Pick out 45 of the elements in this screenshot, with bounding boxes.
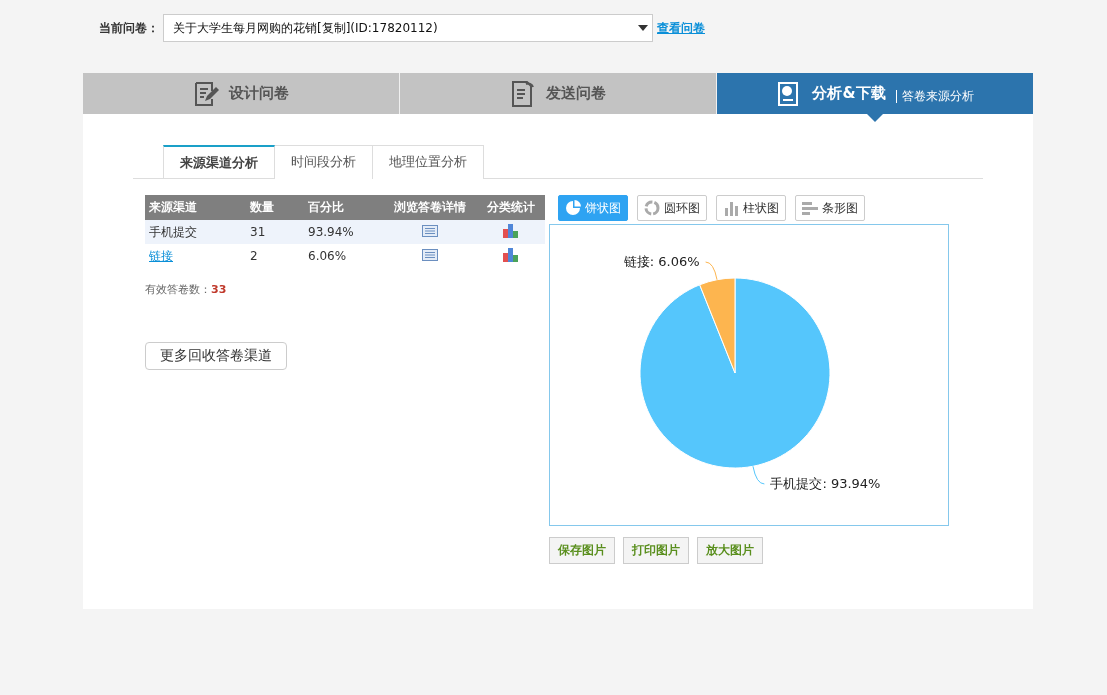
table-cell: 6.06% xyxy=(308,249,347,263)
table-cell: 手机提交 xyxy=(149,224,197,239)
data-label: 链接: 6.06% xyxy=(623,254,700,270)
column-header: 浏览答卷详情 xyxy=(382,195,478,220)
chart-type-button[interactable]: 饼状图 xyxy=(558,195,628,221)
list-view-icon[interactable] xyxy=(421,248,438,261)
pie-chart-icon xyxy=(565,200,581,216)
dropdown-caret-icon xyxy=(638,25,648,31)
column-header: 来源渠道 xyxy=(145,195,246,220)
send-document-icon xyxy=(510,79,536,108)
table-cell: 31 xyxy=(250,225,266,239)
table-cell: 2 xyxy=(250,249,258,263)
column-header: 分类统计 xyxy=(477,195,545,220)
pointer-icon xyxy=(867,114,883,122)
more-channels-button[interactable]: 更多回收答卷渠道 xyxy=(145,342,287,370)
leader-line xyxy=(752,465,765,485)
step-tab[interactable]: 发送问卷 xyxy=(400,73,717,114)
donut-chart-icon xyxy=(644,200,660,216)
chart-type-button[interactable]: 条形图 xyxy=(795,195,865,221)
valid-count-label: 有效答卷数： xyxy=(145,283,211,296)
bar-chart-icon[interactable] xyxy=(503,247,520,262)
chart-type-button[interactable]: 柱状图 xyxy=(716,195,786,221)
chart-type-button[interactable]: 圆环图 xyxy=(637,195,707,221)
column-header: 数量 xyxy=(246,195,304,220)
bar-chart-icon xyxy=(802,200,818,216)
list-view-icon[interactable] xyxy=(421,224,438,237)
data-label: 手机提交: 93.94% xyxy=(770,475,881,491)
leader-line xyxy=(705,261,718,281)
edit-document-icon xyxy=(193,80,219,107)
sub-tab[interactable]: 地理位置分析 xyxy=(373,145,484,179)
sub-tab[interactable]: 时间段分析 xyxy=(275,145,373,179)
sub-tab[interactable]: 来源渠道分析 xyxy=(163,145,275,178)
source-link[interactable]: 链接 xyxy=(149,248,173,263)
image-action-button[interactable]: 打印图片 xyxy=(623,537,689,564)
bar-chart-icon[interactable] xyxy=(503,223,520,238)
column-header: 百分比 xyxy=(304,195,382,220)
image-action-button[interactable]: 保存图片 xyxy=(549,537,615,564)
image-action-button[interactable]: 放大图片 xyxy=(697,537,763,564)
survey-dropdown[interactable]: 关于大学生每月网购的花销[复制](ID:17820112) xyxy=(163,14,653,42)
survey-label: 当前问卷： xyxy=(99,19,159,37)
column-chart-icon xyxy=(723,200,739,216)
view-survey-link[interactable]: 查看问卷 xyxy=(657,19,705,37)
valid-count-value: 33 xyxy=(211,283,227,296)
table-cell: 93.94% xyxy=(308,225,354,239)
step-tab[interactable]: 设计问卷 xyxy=(83,73,400,114)
